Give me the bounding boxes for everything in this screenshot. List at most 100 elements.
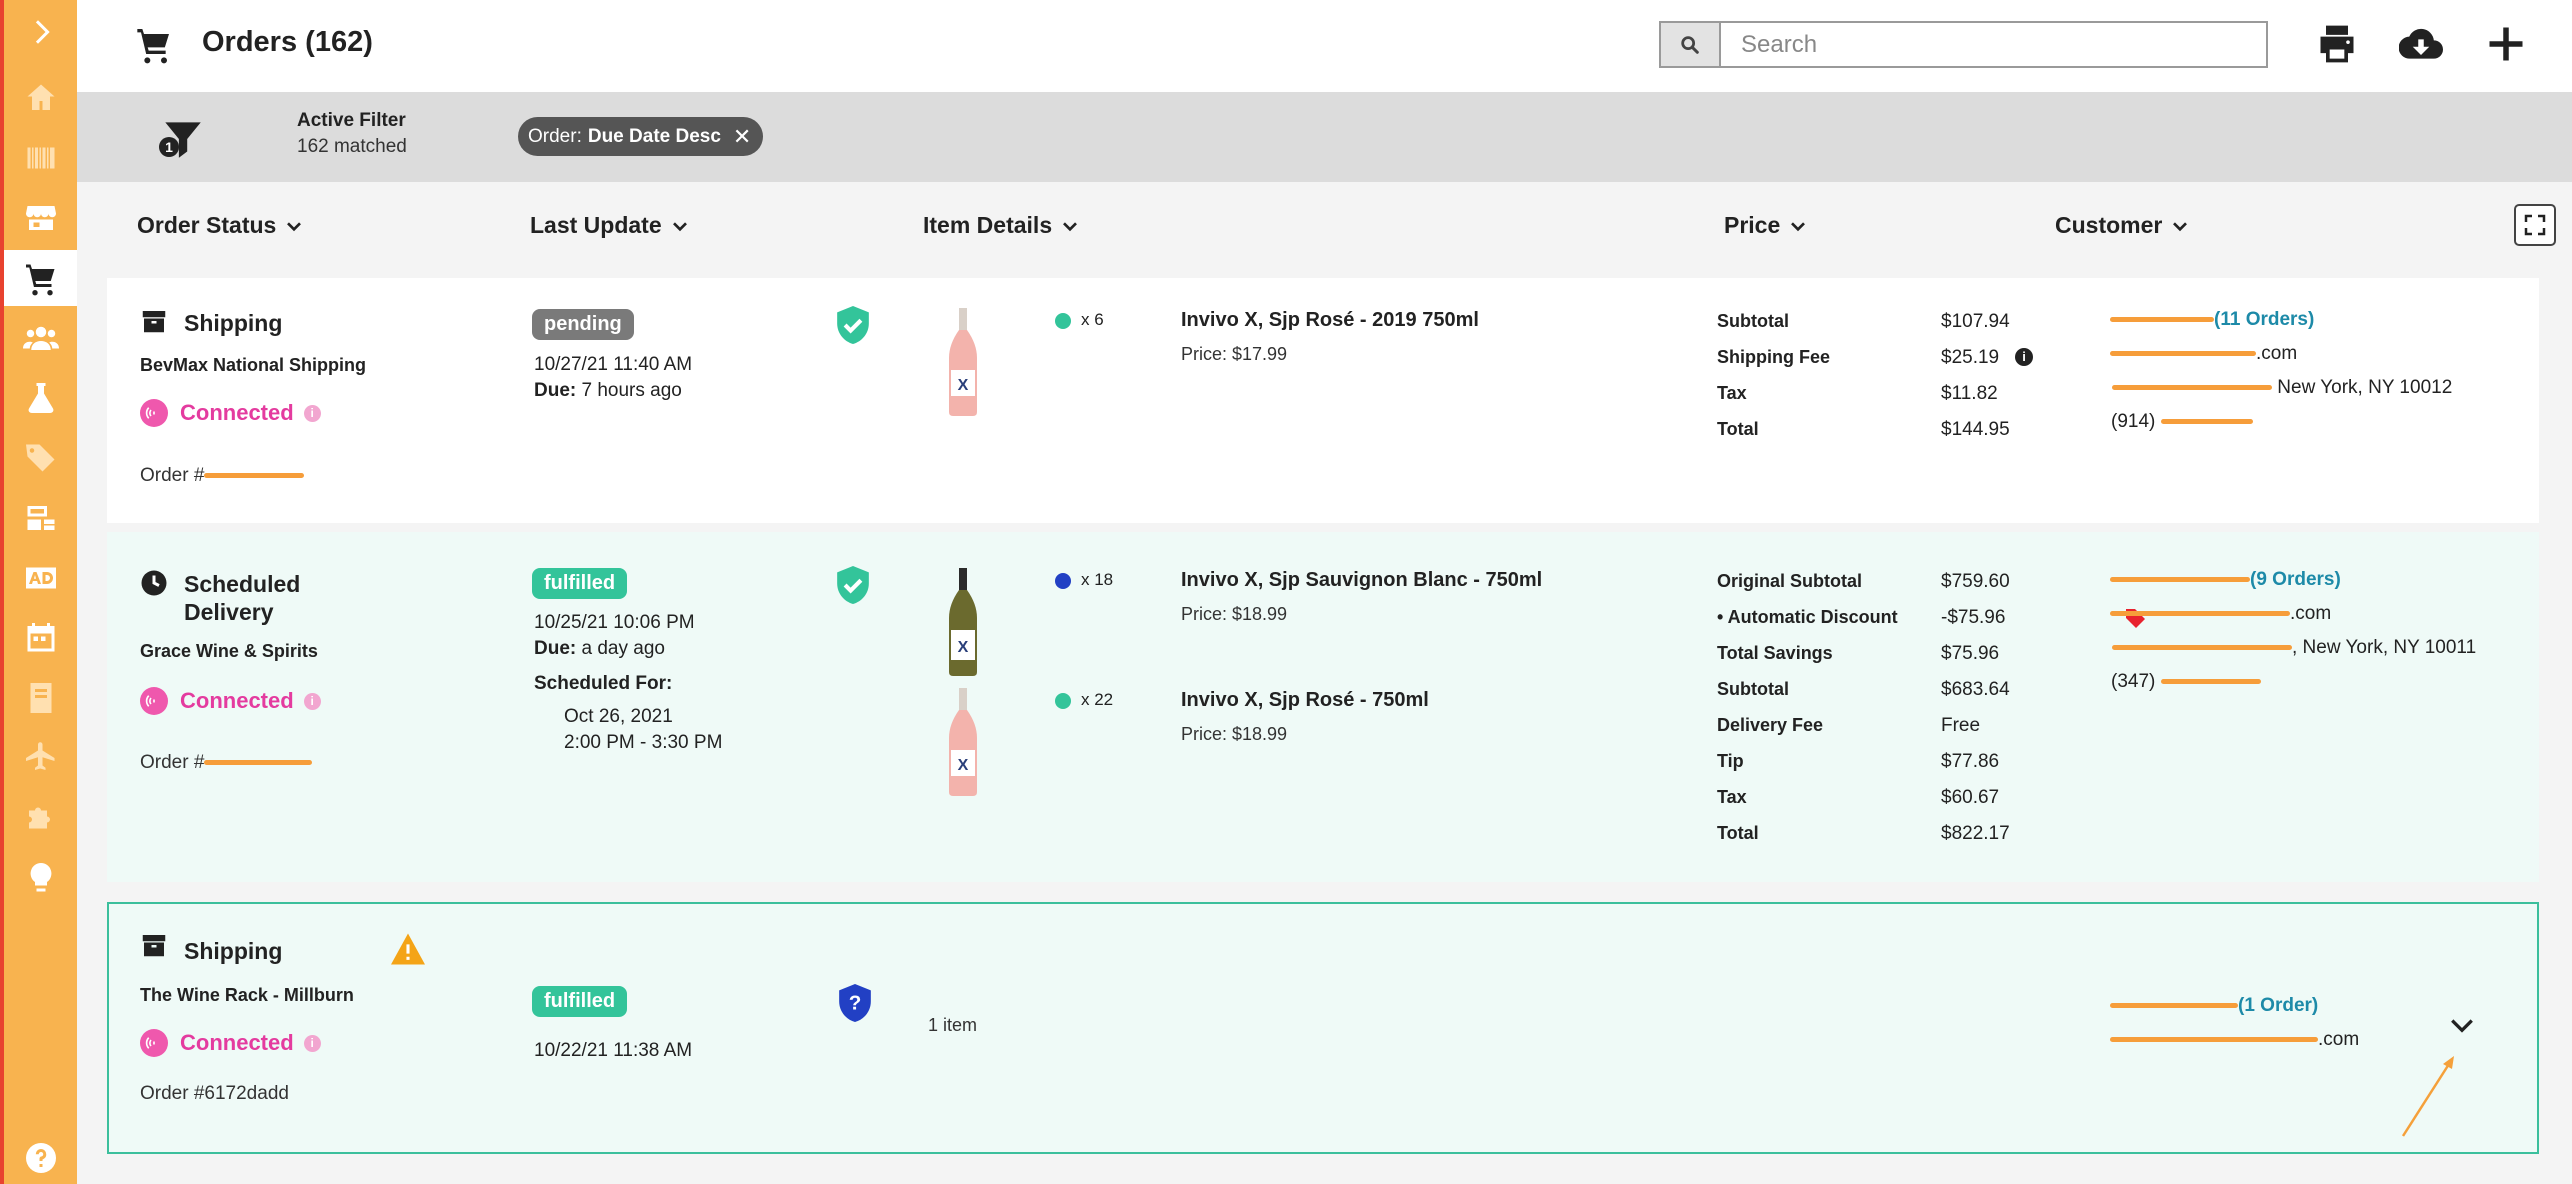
price-value: $25.19	[1941, 347, 2000, 368]
sidebar-item-barcode[interactable]	[4, 130, 77, 186]
price-value: $822.17	[1941, 823, 2010, 844]
redacted-address	[2112, 645, 2292, 651]
sidebar-item-help[interactable]	[4, 1130, 77, 1184]
sidebar-item-home[interactable]	[4, 70, 77, 126]
customer-name[interactable]: (11 Orders)	[2110, 309, 2314, 331]
customer-name[interactable]: (1 Order)	[2110, 995, 2318, 1017]
customer-phone[interactable]: (347)	[2111, 671, 2261, 693]
sidebar-item-ads[interactable]	[4, 550, 77, 606]
price-label: Shipping Fee	[1717, 347, 1831, 367]
customer-orders-link[interactable]: (9 Orders)	[2250, 569, 2341, 590]
customer-phone[interactable]: (914)	[2111, 411, 2253, 433]
verified-shield-icon	[837, 306, 869, 344]
item-name[interactable]: Invivo X, Sjp Rosé - 2019 750ml	[1181, 309, 1479, 332]
search-button[interactable]	[1661, 23, 1721, 66]
sidebar-item-catalog[interactable]	[4, 670, 77, 726]
active-filter-title: Active Filter	[297, 110, 406, 131]
order-row[interactable]: Scheduled Delivery Grace Wine & Spirits …	[107, 532, 2539, 882]
fullscreen-button[interactable]	[2514, 204, 2556, 246]
column-header-items[interactable]: Item Details	[923, 212, 1078, 239]
connected-icon	[140, 687, 168, 715]
order-row-selected[interactable]: Shipping The Wine Rack - Millburn Connec…	[107, 902, 2539, 1154]
price-label: Delivery Fee	[1717, 715, 1824, 735]
column-header-price[interactable]: Price	[1724, 212, 1806, 239]
column-header-status[interactable]: Order Status	[137, 212, 302, 239]
price-value: Free	[1941, 715, 1981, 736]
sidebar-item-inventory[interactable]	[4, 490, 77, 546]
price-label: Subtotal	[1717, 679, 1789, 699]
price-label: Subtotal	[1717, 311, 1789, 331]
filter-chip-value: Due Date Desc	[587, 125, 721, 147]
connected-icon	[140, 1029, 168, 1057]
sidebar-item-lab[interactable]	[4, 370, 77, 426]
price-label: Tax	[1717, 787, 1747, 807]
info-icon[interactable]: i	[303, 692, 321, 710]
item-qty-value: x 18	[1081, 570, 1114, 589]
last-updated: 10/22/21 11:38 AM	[534, 1040, 693, 1061]
price-value: $144.95	[1941, 419, 2010, 440]
search-input[interactable]	[1721, 23, 2266, 66]
order-row[interactable]: Shipping BevMax National Shipping Connec…	[107, 278, 2539, 523]
inventory-icon	[27, 506, 54, 530]
cloud-download-icon[interactable]	[2399, 22, 2443, 66]
ad-icon	[25, 567, 56, 589]
info-icon[interactable]: i	[303, 404, 321, 422]
customer-email[interactable]: .com	[2110, 603, 2331, 625]
chevron-down-icon	[2173, 221, 2188, 231]
price-label: Original Subtotal	[1717, 571, 1863, 591]
page-title: Orders (162)	[202, 26, 373, 58]
info-icon[interactable]: i	[303, 1034, 321, 1052]
sidebar-toggle[interactable]	[4, 4, 77, 60]
chevron-down-icon	[1063, 221, 1078, 231]
sidebar-item-orders[interactable]	[4, 250, 77, 306]
connected-status[interactable]: Connected i	[140, 399, 321, 427]
warning-icon[interactable]	[389, 932, 427, 966]
close-icon[interactable]: ✕	[733, 124, 751, 150]
item-name[interactable]: Invivo X, Sjp Sauvignon Blanc - 750ml	[1181, 569, 1542, 592]
expand-chevron-icon[interactable]	[2449, 1016, 2475, 1036]
customer-email[interactable]: .com	[2110, 343, 2297, 365]
item-qty-value: x 22	[1081, 690, 1114, 709]
status-badge-wrap: fulfilled	[532, 568, 628, 599]
filter-chip[interactable]: Order: Due Date Desc ✕	[518, 117, 764, 156]
annotation-arrow	[2401, 1056, 2454, 1137]
chevron-right-icon	[35, 20, 50, 44]
price-value: -$75.96	[1941, 607, 2006, 628]
customer-orders-link[interactable]: (1 Order)	[2238, 995, 2318, 1016]
customer-email-suffix: .com	[2318, 1029, 2360, 1050]
connected-status[interactable]: Connected i	[140, 687, 321, 715]
sidebar-item-calendar[interactable]	[4, 610, 77, 666]
scheduled-label: Scheduled For:	[534, 673, 673, 694]
barcode-icon	[27, 147, 54, 169]
print-icon[interactable]	[2315, 22, 2359, 66]
order-number[interactable]: Order #	[140, 752, 313, 774]
order-number[interactable]: Order #6172dadd	[140, 1083, 289, 1105]
status-badge: pending	[532, 309, 634, 340]
plane-icon	[25, 742, 54, 770]
column-header-label: Last Update	[530, 212, 662, 238]
plus-icon[interactable]	[2484, 22, 2528, 66]
column-header-customer[interactable]: Customer	[2055, 212, 2188, 239]
search-box	[1659, 21, 2268, 68]
column-header-update[interactable]: Last Update	[530, 212, 688, 239]
sidebar-item-integrations[interactable]	[4, 790, 77, 846]
connected-status[interactable]: Connected i	[140, 1029, 321, 1057]
sidebar-item-store[interactable]	[4, 190, 77, 246]
store-name: BevMax National Shipping	[140, 355, 367, 375]
sidebar-item-travel[interactable]	[4, 730, 77, 786]
redacted-email	[2110, 351, 2256, 357]
customer-name[interactable]: (9 Orders)	[2110, 569, 2341, 591]
customer-orders-link[interactable]: (11 Orders)	[2214, 309, 2314, 330]
info-icon[interactable]: i	[2015, 348, 2033, 366]
order-number[interactable]: Order #	[140, 465, 305, 487]
sidebar-item-ideas[interactable]	[4, 850, 77, 906]
item-name[interactable]: Invivo X, Sjp Rosé - 750ml	[1181, 689, 1429, 712]
sidebar-item-customers[interactable]	[4, 310, 77, 366]
redacted-phone	[2160, 679, 2261, 685]
customer-email[interactable]: .com	[2110, 1029, 2359, 1051]
item-color-dot	[1055, 572, 1071, 589]
customer-address: New York, NY 10012	[2112, 377, 2452, 399]
status-badge: fulfilled	[532, 568, 628, 599]
sidebar-item-tags[interactable]	[4, 430, 77, 486]
redacted-email	[2110, 1037, 2318, 1043]
